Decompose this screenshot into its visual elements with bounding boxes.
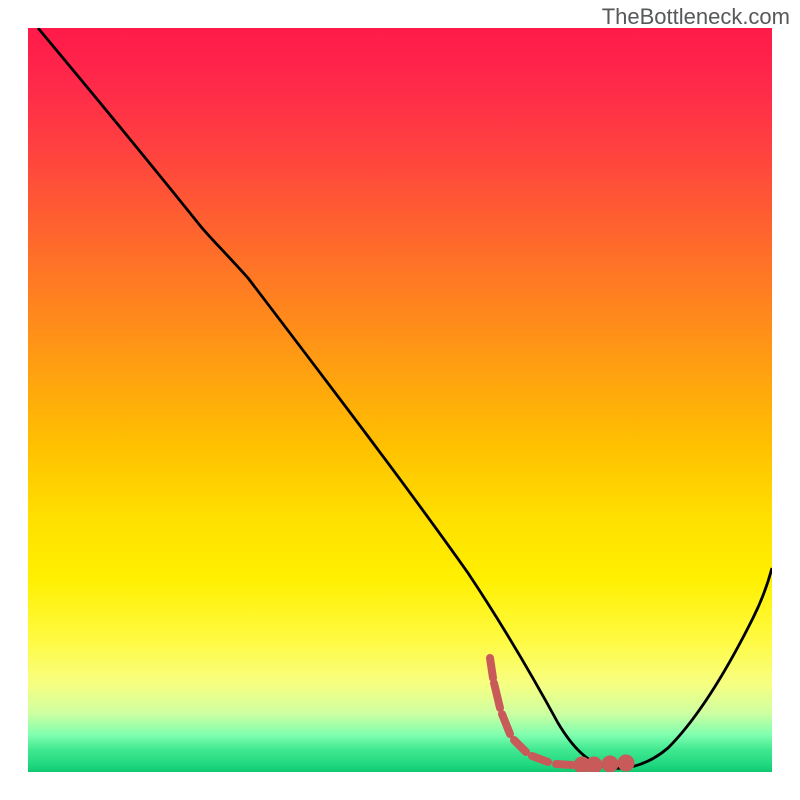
- watermark-text: TheBottleneck.com: [602, 4, 790, 30]
- chart-plot-area: [28, 28, 772, 772]
- optimal-range-marker: [28, 28, 772, 772]
